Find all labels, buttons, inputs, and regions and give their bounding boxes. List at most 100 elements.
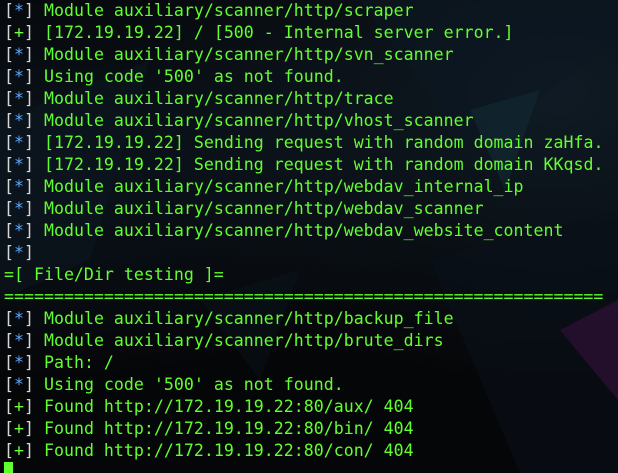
line-bracket-close: ] — [24, 331, 34, 350]
info-marker: * — [14, 45, 24, 64]
line-bracket-close: ] — [24, 111, 34, 130]
info-marker: * — [14, 243, 24, 262]
info-marker: * — [14, 1, 24, 20]
line-bracket-close: ] — [24, 243, 34, 262]
line-message: Found http://172.19.19.22:80/con/ 404 — [34, 441, 414, 460]
success-marker: + — [14, 441, 24, 460]
output-line: [*] [172.19.19.22] Sending request with … — [4, 154, 603, 176]
line-bracket-close: ] — [24, 419, 34, 438]
line-message: Found http://172.19.19.22:80/aux/ 404 — [34, 397, 414, 416]
output-line: [*] Path: / — [4, 352, 603, 374]
line-message: [172.19.19.22] Sending request with rand… — [34, 133, 604, 152]
line-bracket-open: [ — [4, 155, 14, 174]
line-bracket-close: ] — [24, 1, 34, 20]
line-bracket-open: [ — [4, 243, 14, 262]
line-bracket-close: ] — [24, 397, 34, 416]
info-marker: * — [14, 133, 24, 152]
output-line: ========================================… — [4, 286, 603, 308]
output-line: [+] Found http://172.19.19.22:80/aux/ 40… — [4, 396, 603, 418]
output-line: [*] Module auxiliary/scanner/http/webdav… — [4, 198, 603, 220]
line-bracket-close: ] — [24, 177, 34, 196]
line-message: Module auxiliary/scanner/http/vhost_scan… — [34, 111, 474, 130]
line-message: [172.19.19.22] Sending request with rand… — [34, 155, 604, 174]
line-bracket-open: [ — [4, 133, 14, 152]
info-marker: * — [14, 221, 24, 240]
line-message: Module auxiliary/scanner/http/scraper — [34, 1, 414, 20]
line-bracket-close: ] — [24, 441, 34, 460]
success-marker: + — [14, 419, 24, 438]
line-bracket-close: ] — [24, 133, 34, 152]
line-bracket-close: ] — [24, 67, 34, 86]
line-message: Using code '500' as not found. — [34, 375, 344, 394]
output-line: [*] Module auxiliary/scanner/http/vhost_… — [4, 110, 603, 132]
line-bracket-open: [ — [4, 441, 14, 460]
line-bracket-close: ] — [24, 221, 34, 240]
line-message: Module auxiliary/scanner/http/backup_fil… — [34, 309, 454, 328]
line-bracket-open: [ — [4, 375, 14, 394]
line-message: Module auxiliary/scanner/http/webdav_web… — [34, 221, 564, 240]
output-line: [+] Found http://172.19.19.22:80/bin/ 40… — [4, 418, 603, 440]
line-bracket-open: [ — [4, 419, 14, 438]
output-line: [+] Found http://172.19.19.22:80/con/ 40… — [4, 440, 603, 462]
line-bracket-open: [ — [4, 111, 14, 130]
info-marker: * — [14, 177, 24, 196]
line-message: Module auxiliary/scanner/http/webdav_sca… — [34, 199, 484, 218]
line-bracket-open: [ — [4, 221, 14, 240]
output-line: [*] Module auxiliary/scanner/http/trace — [4, 88, 603, 110]
info-marker: * — [14, 67, 24, 86]
line-message: [172.19.19.22] / [500 - Internal server … — [34, 23, 514, 42]
success-marker: + — [14, 397, 24, 416]
output-line: [*] Using code '500' as not found. — [4, 66, 603, 88]
output-line: [*] — [4, 242, 603, 264]
line-bracket-open: [ — [4, 353, 14, 372]
terminal-cursor — [4, 462, 13, 473]
line-message: Module auxiliary/scanner/http/brute_dirs — [34, 331, 444, 350]
line-message: Path: / — [34, 353, 114, 372]
line-message: Using code '500' as not found. — [34, 67, 344, 86]
info-marker: * — [14, 309, 24, 328]
info-marker: * — [14, 89, 24, 108]
line-bracket-open: [ — [4, 309, 14, 328]
output-line: [*] Module auxiliary/scanner/http/brute_… — [4, 330, 603, 352]
output-line: [*] Using code '500' as not found. — [4, 374, 603, 396]
line-bracket-open: [ — [4, 89, 14, 108]
output-line: [*] Module auxiliary/scanner/http/webdav… — [4, 176, 603, 198]
info-marker: * — [14, 375, 24, 394]
info-marker: * — [14, 353, 24, 372]
output-line: [*] Module auxiliary/scanner/http/svn_sc… — [4, 44, 603, 66]
line-bracket-close: ] — [24, 199, 34, 218]
line-bracket-close: ] — [24, 45, 34, 64]
line-message: Found http://172.19.19.22:80/bin/ 404 — [34, 419, 414, 438]
line-bracket-close: ] — [24, 155, 34, 174]
line-bracket-open: [ — [4, 23, 14, 42]
line-bracket-close: ] — [24, 309, 34, 328]
output-line: [+] [172.19.19.22] / [500 - Internal ser… — [4, 22, 603, 44]
line-bracket-open: [ — [4, 67, 14, 86]
line-message: Module auxiliary/scanner/http/webdav_int… — [34, 177, 524, 196]
output-line: =[ File/Dir testing ]= — [4, 264, 603, 286]
terminal-output: [*] Module auxiliary/scanner/http/scrape… — [4, 0, 603, 462]
info-marker: * — [14, 199, 24, 218]
line-bracket-close: ] — [24, 23, 34, 42]
line-bracket-open: [ — [4, 45, 14, 64]
success-marker: + — [14, 23, 24, 42]
line-bracket-open: [ — [4, 177, 14, 196]
output-line: [*] Module auxiliary/scanner/http/backup… — [4, 308, 603, 330]
output-line: [*] [172.19.19.22] Sending request with … — [4, 132, 603, 154]
line-bracket-open: [ — [4, 1, 14, 20]
line-bracket-close: ] — [24, 353, 34, 372]
line-message: Module auxiliary/scanner/http/svn_scanne… — [34, 45, 454, 64]
line-bracket-open: [ — [4, 331, 14, 350]
line-bracket-open: [ — [4, 397, 14, 416]
info-marker: * — [14, 331, 24, 350]
output-line: [*] Module auxiliary/scanner/http/webdav… — [4, 220, 603, 242]
section-header-text: ========================================… — [4, 287, 604, 306]
output-line: [*] Module auxiliary/scanner/http/scrape… — [4, 0, 603, 22]
terminal-window[interactable]: [*] Module auxiliary/scanner/http/scrape… — [0, 0, 618, 473]
line-bracket-close: ] — [24, 375, 34, 394]
section-header-text: =[ File/Dir testing ]= — [4, 265, 224, 284]
line-bracket-open: [ — [4, 199, 14, 218]
line-bracket-close: ] — [24, 89, 34, 108]
info-marker: * — [14, 155, 24, 174]
info-marker: * — [14, 111, 24, 130]
